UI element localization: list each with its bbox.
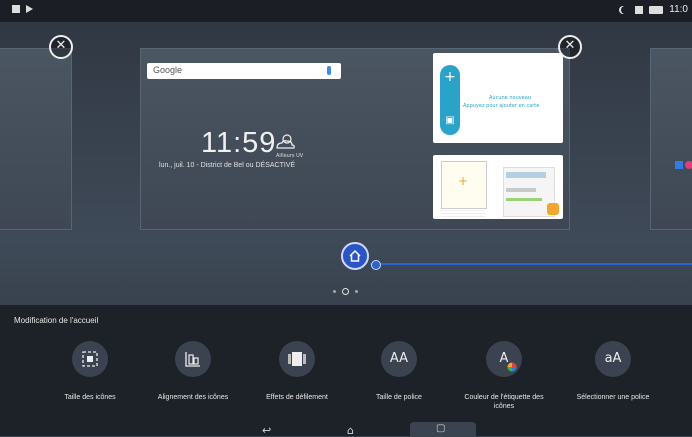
icon-align-icon (175, 341, 211, 377)
weather-cloud-icon (276, 134, 295, 149)
memo-badge-icon (547, 203, 559, 215)
home-nav-icon[interactable]: ⌂ (347, 424, 354, 437)
home-icon (349, 249, 361, 262)
option-label-color[interactable]: A Couleur de l'étiquette des icônes (456, 341, 552, 411)
option-font-select[interactable]: aA Sélectionner une police (565, 341, 661, 402)
weather-label: Ailleurs UV (276, 153, 304, 159)
memo-empty-line2: Appuyez pour ajouter en carte (463, 103, 540, 109)
option-icon-size[interactable]: Taille des icônes (42, 341, 138, 402)
notification-flag-icon (26, 5, 33, 13)
page-dot-current[interactable] (342, 288, 349, 295)
home-screen-editor: 11:0 ✕ Google 11:59 Ailleurs UV lun., ju… (0, 0, 692, 437)
sync-icon (635, 5, 644, 14)
notification-square-icon (12, 5, 20, 13)
icon-size-icon (72, 341, 108, 377)
status-bar: 11:0 (0, 0, 692, 22)
option-label: Effets de défilement (266, 394, 328, 401)
clock-widget-time: 11:59 (201, 127, 277, 159)
back-icon[interactable]: ↩ (262, 424, 271, 437)
do-not-disturb-icon (621, 6, 629, 14)
option-font-size[interactable]: AA Taille de police (351, 341, 447, 402)
option-scroll-effects[interactable]: Effets de défilement (249, 341, 345, 402)
label-color-icon: A (486, 341, 522, 377)
quick-memo-widget[interactable]: + ▣ Aucune nouveau Appuyez pour ajouter … (433, 53, 563, 143)
memo-card[interactable]: + (441, 161, 487, 209)
option-label: Couleur de l'étiquette des icônes (464, 394, 544, 410)
app-icon-small (675, 161, 683, 169)
default-home-indicator-dot (371, 260, 381, 270)
status-time: 11:0 (669, 4, 688, 15)
date-line: lun., juil. 10 - District de Bel ou DÉSA… (159, 162, 296, 169)
close-page-button-main[interactable]: ✕ (558, 35, 582, 59)
default-home-indicator-line (370, 263, 692, 265)
panel-title: Modification de l'accueil (14, 316, 99, 325)
page-dot[interactable] (333, 290, 336, 293)
memo-plus-icon: + (458, 174, 469, 188)
scroll-effects-icon (279, 341, 315, 377)
option-label: Taille des icônes (64, 394, 116, 401)
memo-lines (441, 209, 485, 217)
navigation-bar: ↩ ⌂ ▢ (0, 422, 692, 437)
option-label: Alignement des icônes (157, 394, 229, 401)
option-label: Sélectionner une police (576, 394, 650, 401)
page-preview-main[interactable]: Google 11:59 Ailleurs UV lun., juil. 10 … (140, 48, 570, 230)
font-size-icon: AA (381, 341, 417, 377)
memo-thumbnails-widget[interactable]: + (433, 155, 563, 219)
close-page-button-left[interactable]: ✕ (49, 35, 73, 59)
add-memo-icon[interactable]: + (440, 69, 460, 85)
app-icon-small-2 (685, 161, 692, 169)
recent-apps-icon: ▢ (436, 423, 446, 434)
page-indicator (333, 288, 358, 295)
option-label: Taille de police (376, 394, 422, 401)
battery-icon (649, 5, 664, 14)
page-dot[interactable] (355, 290, 358, 293)
google-search-bar[interactable]: Google (147, 63, 341, 79)
font-select-icon: aA (595, 341, 631, 377)
google-logo: Google (153, 65, 183, 75)
mic-icon[interactable] (327, 66, 331, 75)
page-preview-right[interactable] (650, 48, 692, 230)
option-icon-alignment[interactable]: Alignement des icônes (145, 341, 241, 402)
page-preview-left[interactable] (0, 48, 72, 230)
memo-empty-line1: Aucune nouveau (489, 95, 532, 101)
set-default-home-button[interactable] (341, 242, 369, 270)
quick-memo-bar: + ▣ (440, 65, 460, 135)
home-edit-panel: Modification de l'accueil Taille des icô… (0, 305, 692, 436)
memo-note-icon[interactable]: ▣ (440, 115, 460, 126)
recent-apps-button[interactable]: ▢ (410, 422, 476, 436)
